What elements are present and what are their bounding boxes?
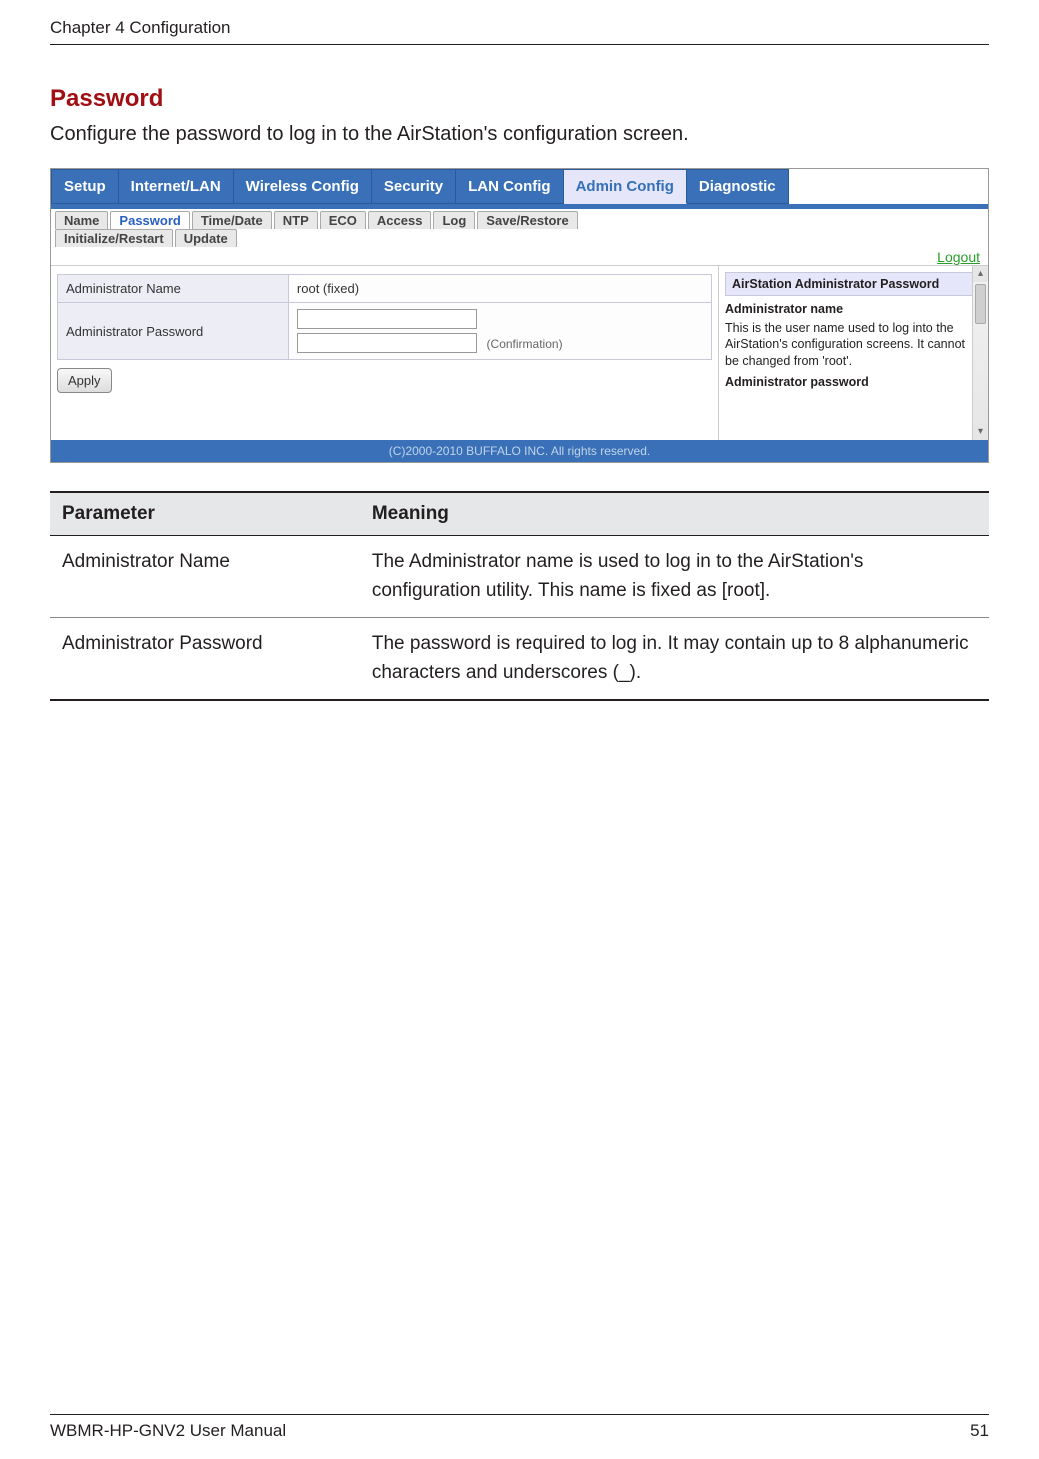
scroll-thumb[interactable] xyxy=(975,284,986,324)
page-footer: WBMR-HP-GNV2 User Manual 51 xyxy=(50,1414,989,1441)
help-panel: AirStation Administrator Password Admini… xyxy=(718,266,988,440)
subtab-log[interactable]: Log xyxy=(433,211,475,229)
tab-diagnostic[interactable]: Diagnostic xyxy=(687,169,789,204)
section-title: Password xyxy=(50,85,989,113)
admin-name-label: Administrator Name xyxy=(58,275,289,303)
subtab-name[interactable]: Name xyxy=(55,211,108,229)
page-number: 51 xyxy=(970,1421,989,1441)
screenshot-footer: (C)2000-2010 BUFFALO INC. All rights res… xyxy=(51,440,988,462)
table-row: Administrator Password The password is r… xyxy=(50,618,989,701)
manual-name: WBMR-HP-GNV2 User Manual xyxy=(50,1421,286,1441)
admin-password-confirm-input[interactable] xyxy=(297,333,477,353)
tab-security[interactable]: Security xyxy=(372,169,456,204)
apply-button[interactable]: Apply xyxy=(57,368,112,393)
subtab-save-restore[interactable]: Save/Restore xyxy=(477,211,577,229)
table-row: Administrator Name The Administrator nam… xyxy=(50,536,989,618)
subtab-eco[interactable]: ECO xyxy=(320,211,366,229)
tab-setup[interactable]: Setup xyxy=(51,169,119,204)
help-title: AirStation Administrator Password xyxy=(725,272,982,296)
parameter-table: Parameter Meaning Administrator Name The… xyxy=(50,491,989,701)
param-cell: Administrator Password xyxy=(50,618,360,701)
tab-admin-config[interactable]: Admin Config xyxy=(564,169,687,204)
help-sub-admin-password: Administrator password xyxy=(725,375,982,389)
subtab-initialize-restart[interactable]: Initialize/Restart xyxy=(55,229,173,247)
tab-internet-lan[interactable]: Internet/LAN xyxy=(119,169,234,204)
tab-lan-config[interactable]: LAN Config xyxy=(456,169,563,204)
scrollbar[interactable]: ▴ ▾ xyxy=(972,266,988,440)
col-meaning: Meaning xyxy=(360,492,989,536)
section-intro: Configure the password to log in to the … xyxy=(50,123,989,146)
confirmation-label: (Confirmation) xyxy=(487,337,563,351)
param-cell: Administrator Name xyxy=(50,536,360,618)
logout-link[interactable]: Logout xyxy=(937,249,980,265)
meaning-cell: The Administrator name is used to log in… xyxy=(360,536,989,618)
sub-tabs-row2: Initialize/Restart Update xyxy=(51,229,988,247)
admin-password-input[interactable] xyxy=(297,309,477,329)
chapter-label: Chapter 4 Configuration xyxy=(50,18,231,38)
subtab-password[interactable]: Password xyxy=(110,211,189,229)
subtab-ntp[interactable]: NTP xyxy=(274,211,318,229)
config-screenshot: Setup Internet/LAN Wireless Config Secur… xyxy=(50,168,989,463)
scroll-down-icon[interactable]: ▾ xyxy=(973,424,988,440)
help-sub-admin-name: Administrator name xyxy=(725,302,982,316)
col-parameter: Parameter xyxy=(50,492,360,536)
help-text-admin-name: This is the user name used to log into t… xyxy=(725,320,982,369)
subtab-update[interactable]: Update xyxy=(175,229,237,247)
settings-table: Administrator Name root (fixed) Administ… xyxy=(57,274,712,360)
config-area: Administrator Name root (fixed) Administ… xyxy=(51,265,988,440)
subtab-time-date[interactable]: Time/Date xyxy=(192,211,272,229)
subtab-access[interactable]: Access xyxy=(368,211,432,229)
tab-wireless-config[interactable]: Wireless Config xyxy=(234,169,372,204)
sub-tabs: Name Password Time/Date NTP ECO Access L… xyxy=(51,209,988,229)
main-tabs: Setup Internet/LAN Wireless Config Secur… xyxy=(51,169,988,209)
admin-name-value: root (fixed) xyxy=(288,275,711,303)
scroll-up-icon[interactable]: ▴ xyxy=(973,266,988,282)
meaning-cell: The password is required to log in. It m… xyxy=(360,618,989,701)
admin-password-label: Administrator Password xyxy=(58,303,289,360)
